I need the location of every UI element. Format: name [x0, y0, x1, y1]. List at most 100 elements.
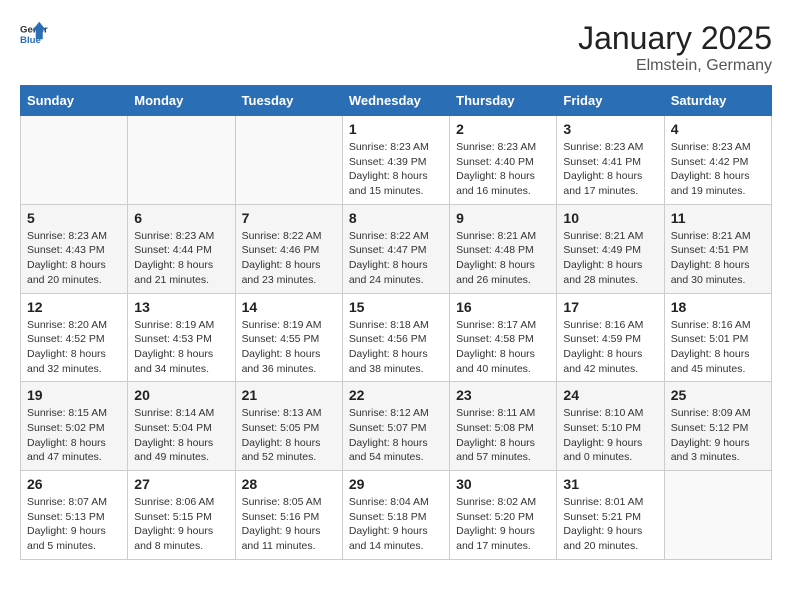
cell-day-number: 15	[349, 299, 443, 315]
calendar-title: January 2025	[578, 20, 772, 57]
cell-info: Sunrise: 8:23 AM Sunset: 4:43 PM Dayligh…	[27, 229, 121, 288]
header-tuesday: Tuesday	[235, 86, 342, 116]
table-row: 11 Sunrise: 8:21 AM Sunset: 4:51 PM Dayli…	[664, 204, 771, 293]
header-friday: Friday	[557, 86, 664, 116]
cell-day-number: 29	[349, 476, 443, 492]
cell-info: Sunrise: 8:23 AM Sunset: 4:44 PM Dayligh…	[134, 229, 228, 288]
calendar-week-row: 26 Sunrise: 8:07 AM Sunset: 5:13 PM Dayli…	[21, 471, 772, 560]
calendar-week-row: 5 Sunrise: 8:23 AM Sunset: 4:43 PM Daylig…	[21, 204, 772, 293]
table-row: 31 Sunrise: 8:01 AM Sunset: 5:21 PM Dayli…	[557, 471, 664, 560]
cell-day-number: 17	[563, 299, 657, 315]
cell-info: Sunrise: 8:23 AM Sunset: 4:39 PM Dayligh…	[349, 140, 443, 199]
cell-info: Sunrise: 8:10 AM Sunset: 5:10 PM Dayligh…	[563, 406, 657, 465]
cell-info: Sunrise: 8:22 AM Sunset: 4:46 PM Dayligh…	[242, 229, 336, 288]
header-thursday: Thursday	[450, 86, 557, 116]
cell-day-number: 31	[563, 476, 657, 492]
cell-day-number: 26	[27, 476, 121, 492]
cell-info: Sunrise: 8:13 AM Sunset: 5:05 PM Dayligh…	[242, 406, 336, 465]
table-row: 24Sunrise: 8:10 AM Sunset: 5:10 PM Dayli…	[557, 382, 664, 471]
cell-info: Sunrise: 8:01 AM Sunset: 5:21 PM Dayligh…	[563, 495, 657, 554]
cell-info: Sunrise: 8:23 AM Sunset: 4:41 PM Dayligh…	[563, 140, 657, 199]
cell-info: Sunrise: 8:19 AM Sunset: 4:53 PM Dayligh…	[134, 318, 228, 377]
cell-info: Sunrise: 8:21 AM Sunset: 4:51 PM Dayligh…	[671, 229, 765, 288]
cell-day-number: 11	[671, 210, 765, 226]
cell-info: Sunrise: 8:23 AM Sunset: 4:40 PM Dayligh…	[456, 140, 550, 199]
table-row	[128, 116, 235, 205]
logo-icon: General Blue	[20, 20, 48, 48]
cell-day-number: 27	[134, 476, 228, 492]
table-row: 21 Sunrise: 8:13 AM Sunset: 5:05 PM Dayli…	[235, 382, 342, 471]
table-row: 8 Sunrise: 8:22 AM Sunset: 4:47 PM Daylig…	[342, 204, 449, 293]
cell-day-number: 2	[456, 121, 550, 137]
cell-info: Sunrise: 8:19 AM Sunset: 4:55 PM Dayligh…	[242, 318, 336, 377]
cell-day-number: 28	[242, 476, 336, 492]
table-row: 19 Sunrise: 8:15 AM Sunset: 5:02 PM Dayli…	[21, 382, 128, 471]
cell-day-number: 20	[134, 387, 228, 403]
cell-day-number: 4	[671, 121, 765, 137]
table-row: 5 Sunrise: 8:23 AM Sunset: 4:43 PM Daylig…	[21, 204, 128, 293]
header-wednesday: Wednesday	[342, 86, 449, 116]
table-row: 23 Sunrise: 8:11 AM Sunset: 5:08 PM Dayli…	[450, 382, 557, 471]
cell-day-number: 8	[349, 210, 443, 226]
calendar-table: Sunday Monday Tuesday Wednesday Thursday…	[20, 85, 772, 560]
cell-info: Sunrise: 8:21 AM Sunset: 4:49 PM Dayligh…	[563, 229, 657, 288]
cell-info: Sunrise: 8:21 AM Sunset: 4:48 PM Dayligh…	[456, 229, 550, 288]
cell-info: Sunrise: 8:14 AM Sunset: 5:04 PM Dayligh…	[134, 406, 228, 465]
cell-info: Sunrise: 8:22 AM Sunset: 4:47 PM Dayligh…	[349, 229, 443, 288]
table-row: 29Sunrise: 8:04 AM Sunset: 5:18 PM Dayli…	[342, 471, 449, 560]
cell-info: Sunrise: 8:20 AM Sunset: 4:52 PM Dayligh…	[27, 318, 121, 377]
cell-info: Sunrise: 8:07 AM Sunset: 5:13 PM Dayligh…	[27, 495, 121, 554]
table-row: 15 Sunrise: 8:18 AM Sunset: 4:56 PM Dayli…	[342, 293, 449, 382]
calendar-location: Elmstein, Germany	[578, 57, 772, 75]
cell-day-number: 19	[27, 387, 121, 403]
table-row: 14 Sunrise: 8:19 AM Sunset: 4:55 PM Dayli…	[235, 293, 342, 382]
page-header: General Blue January 2025 Elmstein, Germ…	[20, 20, 772, 75]
table-row: 4 Sunrise: 8:23 AM Sunset: 4:42 PM Daylig…	[664, 116, 771, 205]
cell-info: Sunrise: 8:23 AM Sunset: 4:42 PM Dayligh…	[671, 140, 765, 199]
table-row: 26 Sunrise: 8:07 AM Sunset: 5:13 PM Dayli…	[21, 471, 128, 560]
table-row: 7 Sunrise: 8:22 AM Sunset: 4:46 PM Daylig…	[235, 204, 342, 293]
cell-day-number: 22	[349, 387, 443, 403]
cell-day-number: 6	[134, 210, 228, 226]
cell-info: Sunrise: 8:12 AM Sunset: 5:07 PM Dayligh…	[349, 406, 443, 465]
cell-info: Sunrise: 8:05 AM Sunset: 5:16 PM Dayligh…	[242, 495, 336, 554]
weekday-header-row: Sunday Monday Tuesday Wednesday Thursday…	[21, 86, 772, 116]
cell-day-number: 9	[456, 210, 550, 226]
cell-day-number: 5	[27, 210, 121, 226]
logo: General Blue	[20, 20, 48, 48]
cell-day-number: 30	[456, 476, 550, 492]
table-row: 13 Sunrise: 8:19 AM Sunset: 4:53 PM Dayli…	[128, 293, 235, 382]
table-row: 20 Sunrise: 8:14 AM Sunset: 5:04 PM Dayli…	[128, 382, 235, 471]
cell-info: Sunrise: 8:11 AM Sunset: 5:08 PM Dayligh…	[456, 406, 550, 465]
cell-day-number: 12	[27, 299, 121, 315]
table-row: 6 Sunrise: 8:23 AM Sunset: 4:44 PM Daylig…	[128, 204, 235, 293]
table-row	[664, 471, 771, 560]
table-row: 27Sunrise: 8:06 AM Sunset: 5:15 PM Dayli…	[128, 471, 235, 560]
cell-info: Sunrise: 8:09 AM Sunset: 5:12 PM Dayligh…	[671, 406, 765, 465]
cell-day-number: 13	[134, 299, 228, 315]
cell-info: Sunrise: 8:16 AM Sunset: 4:59 PM Dayligh…	[563, 318, 657, 377]
cell-day-number: 7	[242, 210, 336, 226]
table-row: 10 Sunrise: 8:21 AM Sunset: 4:49 PM Dayli…	[557, 204, 664, 293]
table-row	[235, 116, 342, 205]
cell-day-number: 23	[456, 387, 550, 403]
table-row: 17 Sunrise: 8:16 AM Sunset: 4:59 PM Dayli…	[557, 293, 664, 382]
cell-day-number: 14	[242, 299, 336, 315]
table-row: 12 Sunrise: 8:20 AM Sunset: 4:52 PM Dayli…	[21, 293, 128, 382]
cell-info: Sunrise: 8:15 AM Sunset: 5:02 PM Dayligh…	[27, 406, 121, 465]
header-sunday: Sunday	[21, 86, 128, 116]
cell-info: Sunrise: 8:18 AM Sunset: 4:56 PM Dayligh…	[349, 318, 443, 377]
table-row: 28 Sunrise: 8:05 AM Sunset: 5:16 PM Dayli…	[235, 471, 342, 560]
table-row: 1 Sunrise: 8:23 AM Sunset: 4:39 PM Daylig…	[342, 116, 449, 205]
table-row: 9 Sunrise: 8:21 AM Sunset: 4:48 PM Daylig…	[450, 204, 557, 293]
cell-day-number: 21	[242, 387, 336, 403]
cell-day-number: 1	[349, 121, 443, 137]
table-row: 22 Sunrise: 8:12 AM Sunset: 5:07 PM Dayli…	[342, 382, 449, 471]
cell-info: Sunrise: 8:17 AM Sunset: 4:58 PM Dayligh…	[456, 318, 550, 377]
table-row: 18Sunrise: 8:16 AM Sunset: 5:01 PM Dayli…	[664, 293, 771, 382]
cell-info: Sunrise: 8:02 AM Sunset: 5:20 PM Dayligh…	[456, 495, 550, 554]
calendar-week-row: 19 Sunrise: 8:15 AM Sunset: 5:02 PM Dayli…	[21, 382, 772, 471]
cell-day-number: 10	[563, 210, 657, 226]
table-row: 30 Sunrise: 8:02 AM Sunset: 5:20 PM Dayli…	[450, 471, 557, 560]
table-row: 2 Sunrise: 8:23 AM Sunset: 4:40 PM Daylig…	[450, 116, 557, 205]
